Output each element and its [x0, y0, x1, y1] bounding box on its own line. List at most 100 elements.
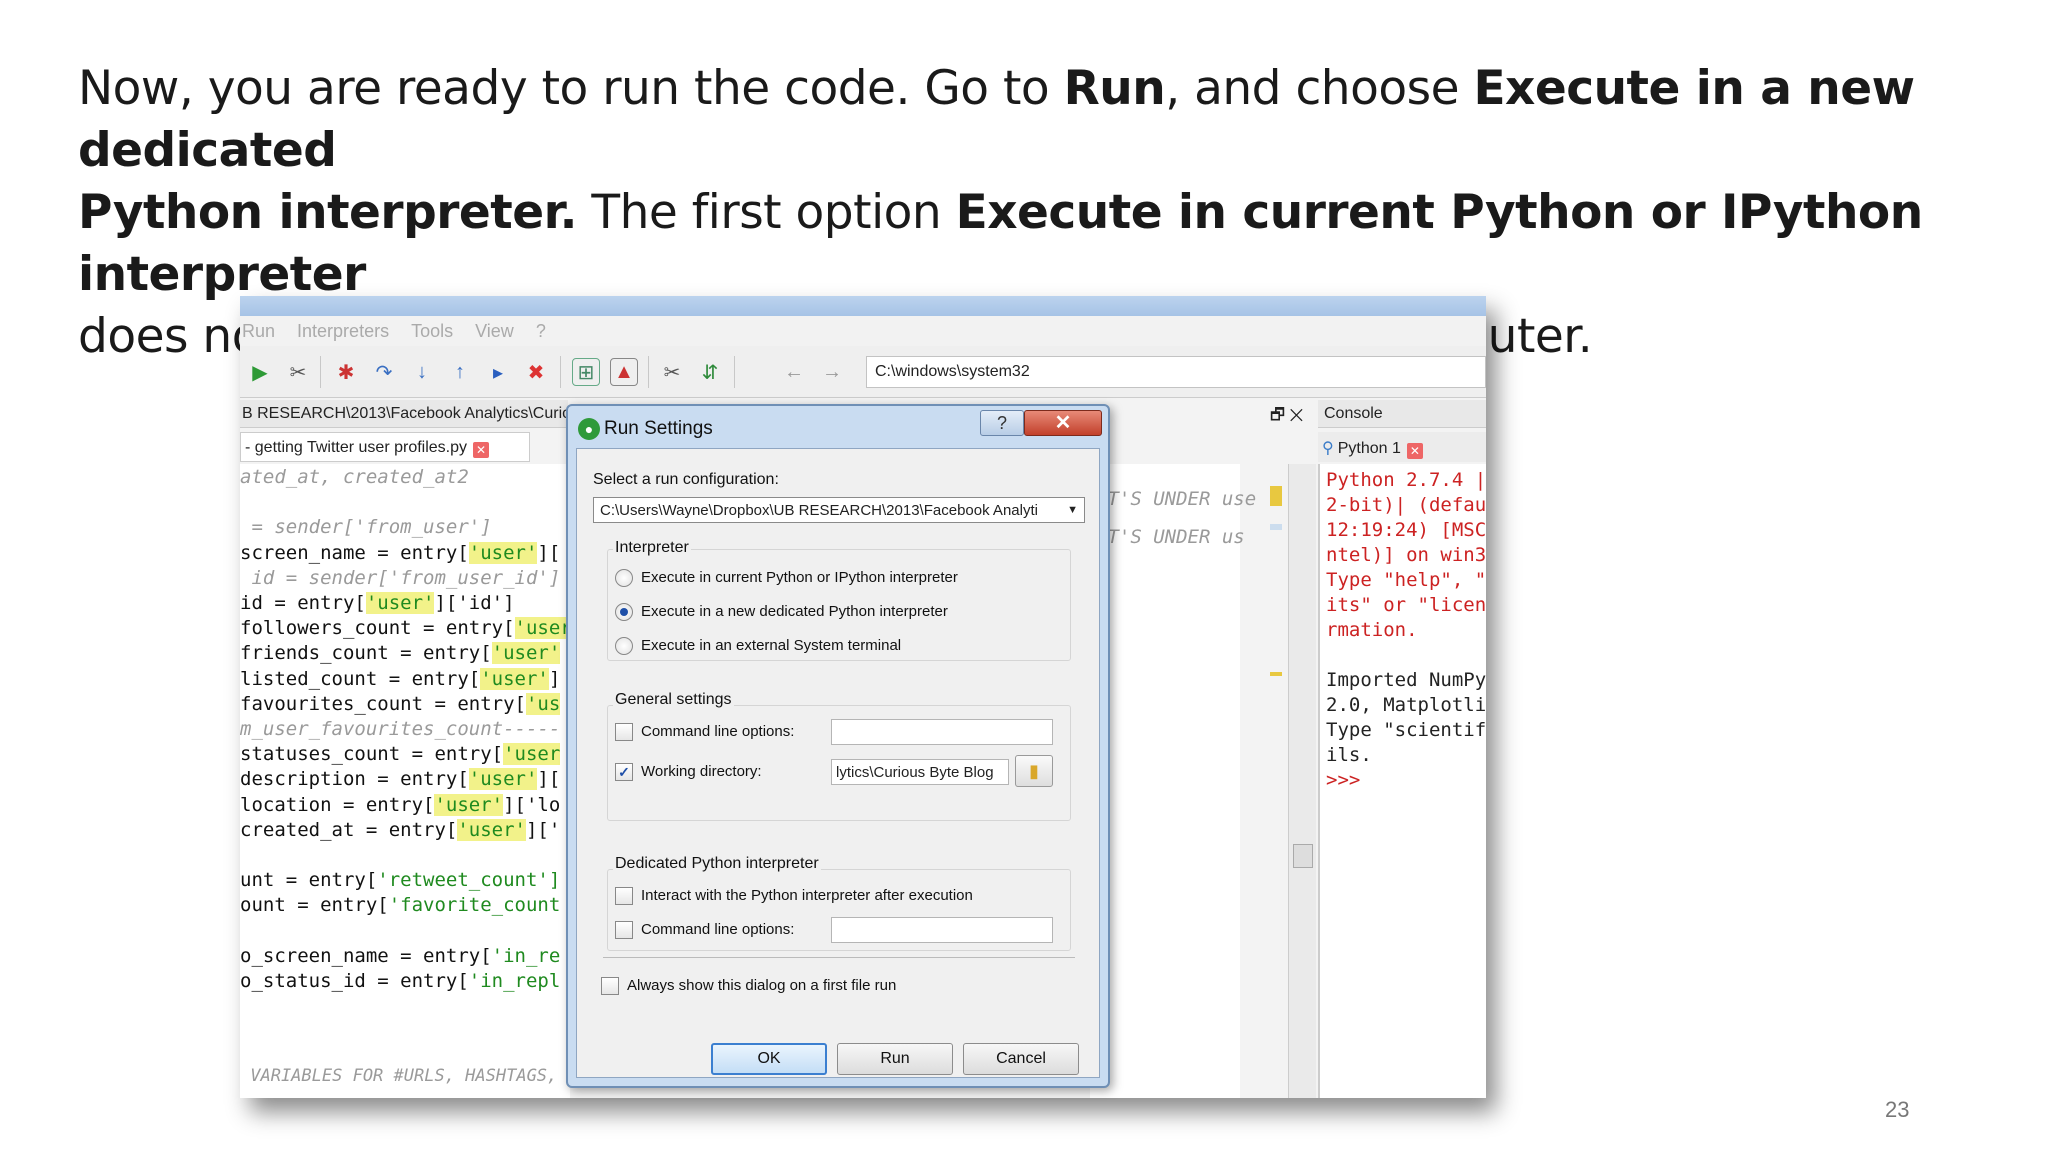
- code-comment: IT'S UNDER us: [1096, 526, 1245, 548]
- line-marker: [1270, 524, 1282, 530]
- radio-dedicated-interpreter[interactable]: [615, 603, 633, 621]
- cmd-options-label: Command line options:: [641, 723, 795, 740]
- working-directory-path[interactable]: C:\windows\system32: [866, 356, 1486, 388]
- close-icon[interactable]: ✕: [1406, 443, 1423, 459]
- code-line: o_screen_name = entry['in_re: [240, 944, 561, 967]
- code-line: unt = entry['retweet_count']: [240, 869, 561, 892]
- code-line: listed_count = entry['user']: [240, 667, 561, 690]
- console-line: ntel)] on win3: [1326, 544, 1486, 566]
- toolbar-separator: [560, 356, 561, 388]
- step-over-icon[interactable]: ↷: [370, 358, 398, 386]
- pane-controls[interactable]: 🗗 ✕: [1270, 404, 1303, 431]
- working-directory-checkbox[interactable]: ✓: [615, 763, 633, 781]
- run-button[interactable]: Run: [837, 1043, 953, 1075]
- option-external-terminal[interactable]: Execute in an external System terminal: [641, 637, 901, 654]
- code-comment: VARIABLES FOR #URLS, HASHTAGS, AND MENTI…: [250, 1066, 570, 1086]
- console-line: 2-bit)| (defau: [1326, 494, 1486, 516]
- tools-icon[interactable]: ✂: [284, 358, 312, 386]
- console-line: 12:19:24) [MSC: [1326, 519, 1486, 541]
- always-show-checkbox[interactable]: [601, 977, 619, 995]
- option-current-interpreter[interactable]: Execute in current Python or IPython int…: [641, 569, 958, 586]
- forward-icon[interactable]: →: [818, 358, 846, 386]
- step-into-icon[interactable]: ↓: [408, 358, 436, 386]
- console-line: ils.: [1326, 744, 1372, 766]
- radio-current-interpreter[interactable]: [615, 569, 633, 587]
- toolbar-separator: [648, 356, 649, 388]
- select-config-label: Select a run configuration:: [593, 471, 779, 488]
- menu-view[interactable]: View: [475, 321, 514, 342]
- console-line: rmation.: [1326, 619, 1418, 641]
- line-marker: [1270, 672, 1282, 676]
- console-banner: Python 2.7.4 |A 2-bit)| (defau 12:19:24) […: [1326, 468, 1486, 643]
- cmd-options2-label: Command line options:: [641, 921, 795, 938]
- browse-folder-button[interactable]: ▮: [1015, 755, 1053, 787]
- spyder-icon: ●: [578, 418, 600, 440]
- fullscreen-icon[interactable]: ▲: [610, 358, 638, 386]
- cancel-button[interactable]: Cancel: [963, 1043, 1079, 1075]
- caption-line-2: Python interpreter. The first option Exe…: [78, 185, 1923, 302]
- interpreter-label: Interpreter: [613, 539, 691, 557]
- chevron-down-icon: ▼: [1067, 504, 1078, 516]
- interact-label: Interact with the Python interpreter aft…: [641, 887, 973, 904]
- code-line: o_status_id = entry['in_repl: [240, 970, 561, 992]
- run-icon[interactable]: ▶: [246, 358, 274, 386]
- folder-icon: ▮: [1029, 761, 1039, 781]
- dialog-title: Run Settings: [604, 418, 713, 439]
- cmd-options-input[interactable]: [831, 719, 1053, 745]
- help-button[interactable]: ?: [980, 410, 1024, 436]
- code-line: followers_count = entry['user: [240, 617, 570, 640]
- option-dedicated-interpreter[interactable]: Execute in a new dedicated Python interp…: [641, 603, 948, 620]
- editor-header: B RESEARCH\2013\Facebook Analytics\Curio…: [240, 400, 568, 428]
- preferences-icon[interactable]: ✂: [658, 358, 686, 386]
- run-config-select[interactable]: C:\Users\Wayne\Dropbox\UB RESEARCH\2013\…: [593, 497, 1085, 523]
- menu-tools[interactable]: Tools: [411, 321, 453, 342]
- radio-external-terminal[interactable]: [615, 637, 633, 655]
- step-return-icon[interactable]: ↑: [446, 358, 474, 386]
- interact-checkbox[interactable]: [615, 887, 633, 905]
- ok-button[interactable]: OK: [711, 1043, 827, 1075]
- code-line: m_user_favourites_count-----: [240, 718, 561, 740]
- working-directory-input[interactable]: lytics\Curious Byte Blog: [831, 759, 1009, 785]
- python-icon: ⚲: [1322, 440, 1334, 457]
- code-editor[interactable]: ated_at, created_at2 = sender['from_user…: [240, 464, 570, 1098]
- pythonpath-icon[interactable]: ⇵: [696, 358, 724, 386]
- caption-line-1: Now, you are ready to run the code. Go t…: [78, 61, 1915, 178]
- toolbar-separator: [320, 356, 321, 388]
- warning-marker: [1270, 486, 1282, 506]
- back-icon[interactable]: ←: [780, 358, 808, 386]
- code-line: description = entry['user'][: [240, 768, 561, 791]
- cmd-options-checkbox[interactable]: [615, 723, 633, 741]
- maximize-pane-icon[interactable]: ⊞: [572, 358, 600, 386]
- console-line: Python 2.7.4 |A: [1326, 469, 1486, 491]
- python-console[interactable]: Python 2.7.4 |A 2-bit)| (defau 12:19:24) […: [1318, 464, 1486, 1098]
- editor-right-strip: IT'S UNDER use IT'S UNDER us: [1090, 464, 1256, 1098]
- code-line: favourites_count = entry['us: [240, 692, 561, 715]
- console-prompt[interactable]: >>>: [1326, 768, 1486, 793]
- console-line: Type "help", ": [1326, 569, 1486, 591]
- cmd-options2-checkbox[interactable]: [615, 921, 633, 939]
- menu-interpreters[interactable]: Interpreters: [297, 321, 389, 342]
- console-tab[interactable]: ⚲ Python 1 ✕: [1318, 432, 1486, 462]
- page-number: 23: [1885, 1097, 1910, 1122]
- code-line: = sender['from_user']: [240, 516, 492, 539]
- code-line: ount = entry['favorite_count: [240, 894, 561, 917]
- stop-icon[interactable]: ✖: [522, 358, 550, 386]
- console-header: Console: [1318, 400, 1486, 428]
- scroll-thumb[interactable]: [1293, 844, 1313, 868]
- code-comment: IT'S UNDER use: [1096, 488, 1257, 510]
- menu-run[interactable]: Run: [242, 321, 275, 342]
- console-line: Imported NumPy: [1326, 669, 1486, 691]
- dialog-body: Select a run configuration: C:\Users\Way…: [576, 448, 1100, 1078]
- code-line: id = sender['from_user_id']: [240, 566, 561, 589]
- run-settings-dialog: ● Run Settings ? ✕ Select a run configur…: [566, 404, 1110, 1088]
- console-line: Type "scientif: [1326, 719, 1486, 741]
- bug-icon[interactable]: ✱: [332, 358, 360, 386]
- menu-bar: Run Interpreters Tools View ?: [240, 316, 1486, 346]
- menu-help[interactable]: ?: [536, 321, 546, 342]
- close-button[interactable]: ✕: [1024, 410, 1102, 436]
- close-icon[interactable]: ✕: [473, 442, 490, 458]
- editor-scrollbar[interactable]: [1288, 464, 1316, 1098]
- editor-file-tab[interactable]: - getting Twitter user profiles.py ✕: [240, 432, 530, 462]
- cmd-options2-input[interactable]: [831, 917, 1053, 943]
- continue-icon[interactable]: ▸: [484, 358, 512, 386]
